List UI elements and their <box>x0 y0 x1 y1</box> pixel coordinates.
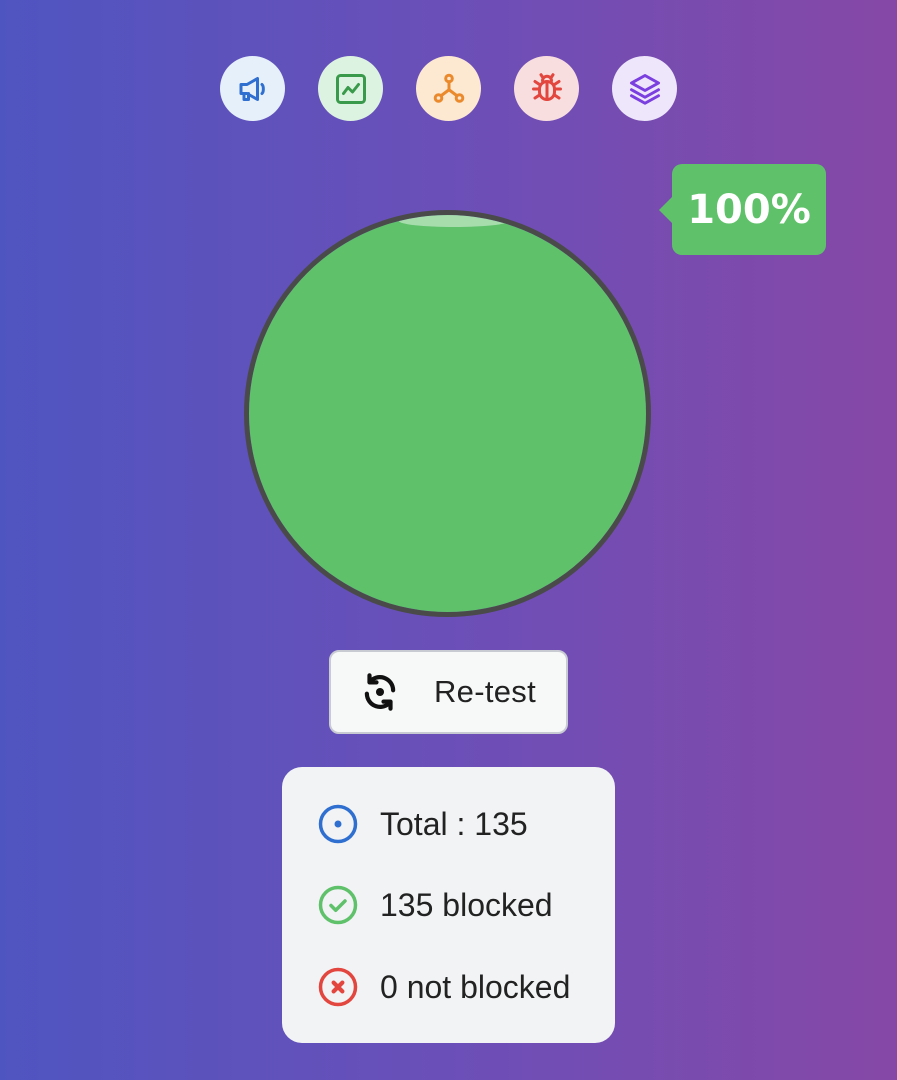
category-ads-button[interactable] <box>220 56 285 121</box>
retest-label: Re-test <box>434 674 537 709</box>
stats-card: Total : 135 135 blocked 0 not blocked <box>282 767 615 1043</box>
stat-not-blocked-label: 0 not blocked <box>380 968 571 1005</box>
retest-button[interactable]: Re-test <box>329 650 568 734</box>
refresh-icon <box>364 673 396 711</box>
stat-not-blocked: 0 not blocked <box>317 966 570 1008</box>
percent-label: 100% <box>687 186 811 233</box>
stat-blocked-label: 135 blocked <box>380 886 553 923</box>
bug-icon <box>531 72 562 101</box>
percent-badge: 100% <box>659 164 826 255</box>
check-circle-icon <box>318 885 358 925</box>
layers-icon <box>629 73 660 105</box>
category-mix-button[interactable] <box>612 56 677 121</box>
stat-total: Total : 135 <box>317 803 528 845</box>
stat-total-label: Total : 135 <box>380 805 528 842</box>
target-icon <box>318 804 358 844</box>
stat-blocked: 135 blocked <box>317 884 553 926</box>
gauge-shine <box>399 215 509 227</box>
category-errors-button[interactable] <box>514 56 579 121</box>
megaphone-icon <box>239 76 265 101</box>
block-rate-gauge <box>244 210 651 617</box>
category-bar <box>0 56 897 121</box>
category-analytics-button[interactable] <box>318 56 383 121</box>
chart-icon <box>335 73 366 104</box>
category-trackers-button[interactable] <box>416 56 481 121</box>
x-circle-icon <box>318 967 358 1007</box>
gauge-fill <box>249 215 646 612</box>
network-icon <box>433 73 464 103</box>
